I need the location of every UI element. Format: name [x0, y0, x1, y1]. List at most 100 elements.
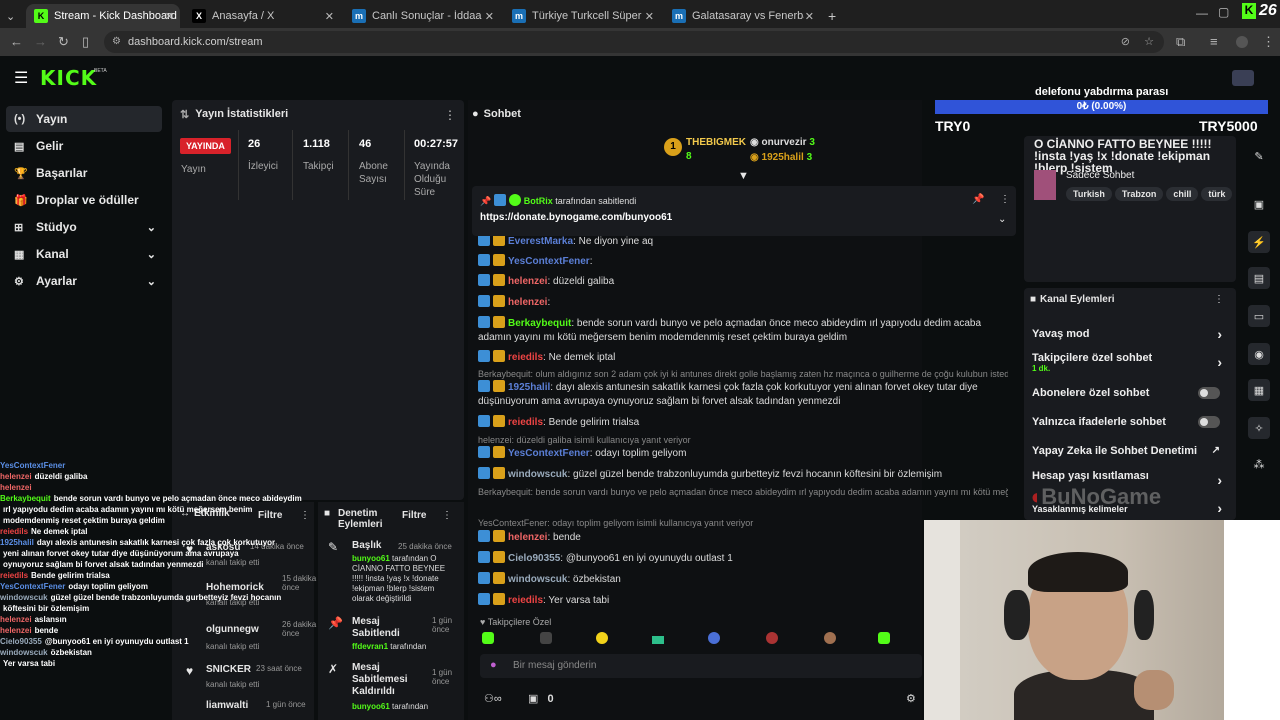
- sidebar-item-gelir[interactable]: ▤ Gelir: [6, 133, 162, 159]
- kick-logo[interactable]: KICK: [40, 66, 97, 90]
- menu-icon[interactable]: ⋮: [1262, 34, 1275, 50]
- back-icon[interactable]: ←: [10, 34, 23, 49]
- tab-kick-dashboard[interactable]: K Stream - Kick Dashboard ✕: [26, 4, 180, 28]
- close-icon[interactable]: ✕: [645, 10, 654, 23]
- chat-username[interactable]: windowscuk: [508, 574, 567, 585]
- account-age-row[interactable]: Hesap yaşı kısıtlaması ›: [1032, 470, 1228, 488]
- emotes-only-row[interactable]: Yalnızca ifadelerle sohbet: [1032, 416, 1228, 428]
- close-icon[interactable]: ✕: [165, 10, 174, 23]
- sidebar-item-basarilar[interactable]: 🏆 Başarılar: [6, 160, 162, 186]
- chat-mods-icon[interactable]: ⚇∞: [484, 692, 502, 705]
- maximize-icon[interactable]: ▢: [1218, 5, 1229, 19]
- document-icon[interactable]: ▤: [1248, 267, 1270, 289]
- emote-icon[interactable]: [766, 632, 778, 644]
- leader-name[interactable]: ◉ 1925halil 3: [750, 152, 812, 163]
- emote-icon[interactable]: [652, 636, 664, 644]
- tab-super-kupa[interactable]: m Türkiye Turkcell Süper Kupa 20... ✕: [504, 4, 660, 28]
- pencil-icon[interactable]: ✎: [1248, 145, 1270, 167]
- tag[interactable]: türk: [1201, 187, 1233, 201]
- tab-search-icon[interactable]: ⌄: [4, 4, 22, 28]
- tag[interactable]: chill: [1166, 187, 1199, 201]
- chat-points[interactable]: ▣ 0: [528, 692, 554, 705]
- chat-username[interactable]: EverestMarka: [508, 236, 573, 247]
- wrench-icon[interactable]: ✧: [1248, 417, 1270, 439]
- tab-gs-fb[interactable]: m Galatasaray vs Fenerbahçe, 10.0... ✕: [664, 4, 820, 28]
- media-icon[interactable]: ≡: [1210, 34, 1218, 49]
- filter-button[interactable]: Filtre: [402, 510, 426, 521]
- collapse-icon[interactable]: ▼: [738, 170, 749, 182]
- emote-icon[interactable]: [824, 632, 836, 644]
- tab-x[interactable]: X Anasayfa / X ✕: [184, 4, 340, 28]
- stream-title[interactable]: O CİANNO FATTO BEYNEE !!!!! !insta !yaş …: [1034, 138, 1224, 174]
- emote-icon[interactable]: [878, 632, 890, 644]
- tab-iddaa[interactable]: m Canlı Sonuçlar - İddaa Sonuçla... ✕: [344, 4, 500, 28]
- close-icon[interactable]: ✕: [805, 10, 814, 23]
- more-options-icon[interactable]: ⋮: [442, 510, 452, 521]
- stream-category[interactable]: Sadece Sohbet: [1066, 170, 1134, 181]
- reload-icon[interactable]: ↻: [58, 34, 69, 50]
- more-options-icon[interactable]: ⋮: [1214, 294, 1224, 305]
- chat-icon[interactable]: ▭: [1248, 305, 1270, 327]
- sidebar-item-ayarlar[interactable]: ⚙ Ayarlar ⌄: [6, 268, 162, 294]
- emote-icon[interactable]: [708, 632, 720, 644]
- slow-mode-row[interactable]: Yavaş mod ›: [1032, 326, 1228, 342]
- subscribers-only-toggle[interactable]: [1198, 387, 1220, 399]
- chat-username[interactable]: helenzei: [508, 532, 547, 543]
- url-input[interactable]: ⚙ dashboard.kick.com/stream ⊘ ☆: [104, 31, 1164, 53]
- chat-username[interactable]: YesContextFener: [508, 448, 590, 459]
- followers-only-row[interactable]: Takipçilere özel sohbet 1 dk. ›: [1032, 352, 1228, 373]
- pin-icon[interactable]: 📌: [972, 194, 984, 205]
- chat-username[interactable]: Berkaybequit: [508, 318, 571, 329]
- microphone-icon[interactable]: ●: [490, 659, 497, 671]
- audit-actor[interactable]: bunyoo61: [352, 554, 390, 563]
- chat-username[interactable]: 1925halil: [508, 382, 550, 393]
- emote-icon[interactable]: [540, 632, 552, 644]
- audit-actor[interactable]: ffdevran1: [352, 642, 388, 651]
- audit-actor[interactable]: bunyoo61: [352, 702, 390, 711]
- emote-icon[interactable]: [482, 632, 494, 644]
- sidebar-item-droplar[interactable]: 🎁 Droplar ve ödüller: [6, 187, 162, 213]
- leader-name[interactable]: THEBIGMEK: [686, 137, 746, 148]
- sidebar-item-yayin[interactable]: (•) Yayın: [6, 106, 162, 132]
- more-options-icon[interactable]: ⋮: [444, 108, 456, 122]
- profile-avatar[interactable]: [1236, 36, 1248, 48]
- more-options-icon[interactable]: ⋮: [1000, 194, 1010, 205]
- subscribers-only-row[interactable]: Abonelere özel sohbet: [1032, 387, 1228, 399]
- category-thumbnail[interactable]: [1034, 170, 1056, 200]
- emotes-only-toggle[interactable]: [1198, 416, 1220, 428]
- forward-icon[interactable]: →: [34, 34, 47, 49]
- chat-settings-gear-icon[interactable]: ⚙: [906, 692, 916, 705]
- pinned-by[interactable]: BotRix: [524, 196, 553, 206]
- lightning-icon[interactable]: ⚡: [1248, 231, 1270, 253]
- chat-username[interactable]: reiedils: [508, 595, 543, 606]
- chat-username[interactable]: YesContextFener: [508, 256, 590, 267]
- sidebar-item-studyo[interactable]: ⊞ Stüdyo ⌄: [6, 214, 162, 240]
- sidebar-item-kanal[interactable]: ▦ Kanal ⌄: [6, 241, 162, 267]
- grid-icon[interactable]: ▦: [1248, 379, 1270, 401]
- share-icon[interactable]: ⁂: [1248, 453, 1270, 475]
- chat-username[interactable]: windowscuk: [508, 469, 567, 480]
- tag[interactable]: Turkish: [1066, 187, 1112, 201]
- star-icon[interactable]: ☆: [1144, 31, 1154, 53]
- more-options-icon[interactable]: ⋮: [300, 510, 310, 521]
- minimize-icon[interactable]: —: [1196, 6, 1208, 20]
- eye-off-icon[interactable]: ⊘: [1121, 31, 1130, 53]
- tag[interactable]: Trabzon: [1114, 187, 1164, 201]
- sidebar-toggle-icon[interactable]: ▯: [82, 34, 89, 50]
- pinned-link[interactable]: https://donate.bynogame.com/bunyoo61: [480, 212, 672, 223]
- broadcast-icon[interactable]: ◉: [1248, 343, 1270, 365]
- chat-username[interactable]: reiedils: [508, 352, 543, 363]
- new-tab-icon[interactable]: +: [820, 4, 840, 28]
- camera-icon[interactable]: ▣: [1248, 193, 1270, 215]
- chevron-down-icon[interactable]: ⌄: [998, 214, 1006, 225]
- site-info-icon[interactable]: ⚙: [112, 31, 121, 53]
- chat-username[interactable]: helenzei: [508, 297, 547, 308]
- ai-moderation-row[interactable]: Yapay Zeka ile Sohbet Denetimi ↗: [1032, 445, 1228, 457]
- chat-username[interactable]: Cielo90355: [508, 553, 560, 564]
- chat-username[interactable]: reiedils: [508, 417, 543, 428]
- chat-input[interactable]: ● Bir mesaj gönderin: [480, 654, 922, 678]
- hamburger-menu-icon[interactable]: ☰: [14, 68, 28, 88]
- close-icon[interactable]: ✕: [325, 10, 334, 23]
- emote-icon[interactable]: [596, 632, 608, 644]
- close-icon[interactable]: ✕: [485, 10, 494, 23]
